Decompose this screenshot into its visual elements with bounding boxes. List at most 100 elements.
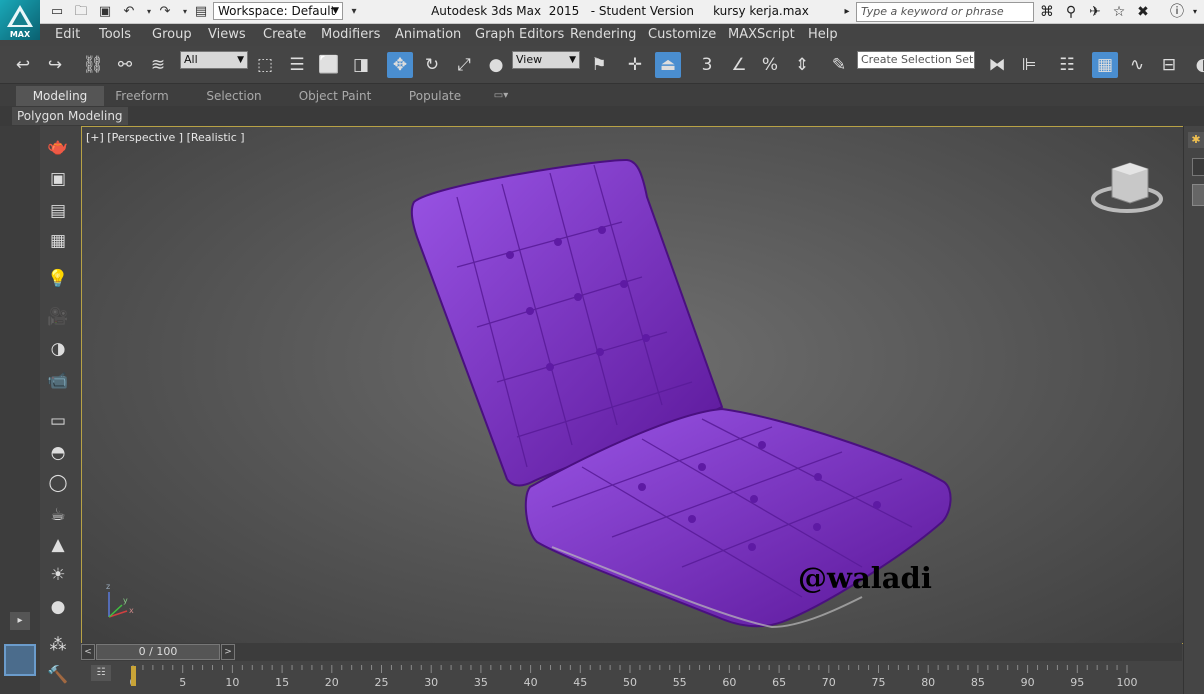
track-bar[interactable]: ☷ 05101520253035404550556065707580859095… — [81, 661, 1182, 694]
tab-selection[interactable]: Selection — [196, 86, 272, 106]
satellite-icon[interactable]: ✈ — [1086, 3, 1104, 21]
select-move-icon[interactable]: ✥ — [387, 52, 413, 78]
new-file-icon[interactable]: ▭ — [48, 3, 66, 21]
select-rotate-icon[interactable]: ↻ — [419, 52, 445, 78]
pivot-center-icon[interactable]: ⚑ — [586, 52, 612, 78]
binoculars-icon[interactable]: ⌘ — [1038, 3, 1056, 21]
circle-icon[interactable]: ◯ — [45, 470, 71, 496]
polygon-modeling-panel[interactable]: Polygon Modeling — [12, 107, 128, 125]
sphere-camera-icon[interactable]: ◑ — [45, 336, 71, 362]
angle-snap-icon[interactable]: ∠ — [726, 52, 752, 78]
time-slider-thumb[interactable]: 0 / 100 — [96, 644, 220, 660]
perspective-viewport[interactable]: [+] [Perspective ] [Realistic ] z x y @w… — [81, 126, 1184, 644]
bind-space-warp-icon[interactable]: ≋ — [145, 52, 171, 78]
rectangular-selection-icon[interactable]: ⬜ — [316, 52, 342, 78]
grid-icon[interactable]: ⁂ — [45, 632, 71, 658]
material-editor-icon[interactable]: ◐ — [1190, 52, 1204, 78]
menu-create[interactable]: Create — [263, 27, 306, 42]
cone-icon[interactable]: ▲ — [45, 532, 71, 558]
menu-modifiers[interactable]: Modifiers — [321, 27, 380, 42]
timeline-tick-label: 85 — [971, 676, 985, 689]
application-button[interactable]: MAX — [0, 0, 40, 40]
menu-group[interactable]: Group — [152, 27, 192, 42]
viewcube-icon[interactable] — [1091, 162, 1163, 213]
menu-graph-editors[interactable]: Graph Editors — [475, 27, 564, 42]
menu-maxscript[interactable]: MAXScript — [728, 27, 795, 42]
render-frame-icon[interactable]: ▣ — [45, 166, 71, 192]
tab-modeling[interactable]: Modeling — [16, 86, 104, 106]
table-panel-icon[interactable]: ▦ — [45, 228, 71, 254]
customize-quick-access-icon[interactable]: ▾ — [345, 3, 363, 21]
unlink-icon[interactable]: ⚯ — [112, 52, 138, 78]
video-camera-icon[interactable]: 📹 — [45, 368, 71, 394]
snaps-toggle-icon[interactable]: 3 — [694, 52, 720, 78]
workspace-dropdown[interactable]: Workspace: Default ▼ — [213, 2, 343, 20]
current-frame-marker[interactable] — [131, 666, 136, 686]
chevron-right-icon[interactable]: ▸ — [838, 3, 856, 21]
mirror-icon[interactable]: ⧓ — [984, 52, 1010, 78]
small-teapot-icon[interactable]: ☕ — [45, 502, 71, 528]
tab-object-paint[interactable]: Object Paint — [292, 86, 378, 106]
menu-help[interactable]: Help — [808, 27, 838, 42]
help-icon[interactable]: ⓘ — [1168, 3, 1186, 21]
teapot-icon[interactable]: 🫖 — [45, 134, 71, 160]
select-by-name-icon[interactable]: ☰ — [284, 52, 310, 78]
communication-center-icon[interactable]: ⚲ — [1062, 3, 1080, 21]
percent-snap-icon[interactable]: % — [757, 52, 783, 78]
layer-explorer-icon[interactable]: ☷ — [1054, 52, 1080, 78]
project-folder-icon[interactable]: ▤ — [192, 3, 210, 21]
ribbon-options-icon[interactable]: ▭▾ — [486, 86, 516, 106]
curve-editor-icon[interactable]: ∿ — [1124, 52, 1150, 78]
reference-coordinate-dropdown[interactable]: View ▼ — [512, 51, 580, 69]
panel-field[interactable] — [1192, 158, 1204, 176]
open-file-icon[interactable]: 🗀 — [72, 3, 90, 21]
timeline-tick-label: 20 — [325, 676, 339, 689]
menu-edit[interactable]: Edit — [55, 27, 80, 42]
schematic-view-icon[interactable]: ⊟ — [1156, 52, 1182, 78]
select-scale-icon[interactable]: ⤢ — [451, 52, 477, 78]
search-input[interactable]: Type a keyword or phrase — [856, 2, 1034, 22]
sun-icon[interactable]: ☀ — [45, 562, 71, 588]
select-object-icon[interactable]: ⬚ — [252, 52, 278, 78]
hemisphere-icon[interactable]: ◓ — [45, 440, 71, 466]
light-bulb-icon[interactable]: 💡 — [45, 266, 71, 292]
time-slider-prev-icon[interactable]: < — [81, 644, 95, 660]
menu-animation[interactable]: Animation — [395, 27, 461, 42]
link-icon[interactable]: ⛓ — [80, 52, 106, 78]
selection-filter-dropdown[interactable]: All ▼ — [180, 51, 248, 69]
align-icon[interactable]: ⊫ — [1016, 52, 1042, 78]
menu-views[interactable]: Views — [208, 27, 246, 42]
expand-arrow-icon[interactable]: ▸ — [10, 612, 30, 630]
viewport-layout-icon[interactable] — [4, 644, 36, 676]
keyboard-shortcut-override-icon[interactable]: ⏏ — [655, 52, 681, 78]
tab-freeform[interactable]: Freeform — [104, 86, 180, 106]
redo-icon[interactable]: ↪ — [42, 52, 68, 78]
save-file-icon[interactable]: ▣ — [96, 3, 114, 21]
menu-tools[interactable]: Tools — [99, 27, 131, 42]
favorites-star-icon[interactable]: ☆ — [1110, 3, 1128, 21]
create-tab-icon[interactable]: ✱ — [1188, 132, 1204, 148]
ball-icon[interactable]: ● — [45, 594, 71, 620]
toggle-ribbon-icon[interactable]: ▦ — [1092, 52, 1118, 78]
menu-customize[interactable]: Customize — [648, 27, 716, 42]
undo-icon[interactable]: ↶ — [120, 3, 138, 21]
select-manipulate-icon[interactable]: ✛ — [622, 52, 648, 78]
plane-icon[interactable]: ▭ — [45, 408, 71, 434]
select-place-icon[interactable]: ● — [483, 52, 509, 78]
time-slider[interactable]: < 0 / 100 > — [81, 643, 1182, 661]
spinner-snap-icon[interactable]: ⇕ — [789, 52, 815, 78]
tool-icon[interactable]: 🔨 — [45, 662, 71, 688]
menu-rendering[interactable]: Rendering — [570, 27, 636, 42]
undo-icon[interactable]: ↩ — [10, 52, 36, 78]
named-selection-sets-dropdown[interactable]: Create Selection Set — [857, 51, 975, 69]
time-slider-next-icon[interactable]: > — [221, 644, 235, 660]
window-crossing-icon[interactable]: ◨ — [348, 52, 374, 78]
list-panel-icon[interactable]: ▤ — [45, 198, 71, 224]
camera-icon[interactable]: 🎥 — [45, 304, 71, 330]
edit-named-selection-icon[interactable]: ✎ — [826, 52, 852, 78]
panel-button[interactable] — [1192, 184, 1204, 206]
redo-icon[interactable]: ↷ — [156, 3, 174, 21]
tab-populate[interactable]: Populate — [400, 86, 470, 106]
help-dropdown-icon[interactable]: ▾ — [1186, 3, 1204, 21]
exchange-x-icon[interactable]: ✖ — [1134, 3, 1152, 21]
